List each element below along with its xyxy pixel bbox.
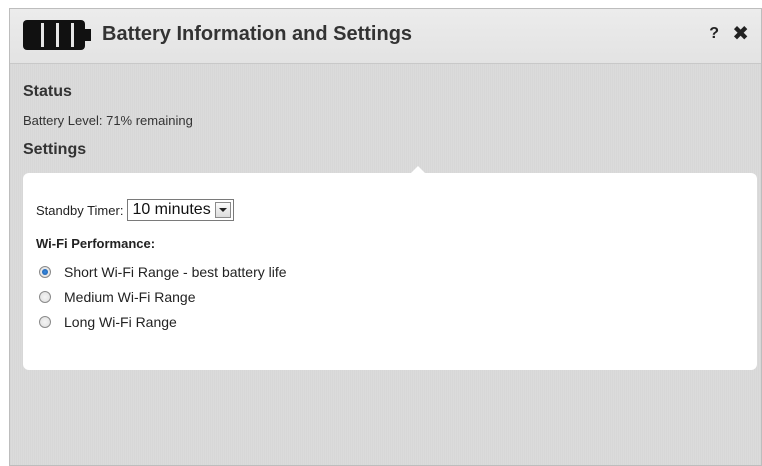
radio-label: Short Wi-Fi Range - best battery life: [64, 264, 287, 280]
radio-label: Long Wi-Fi Range: [64, 314, 177, 330]
panel-notch: [411, 166, 425, 173]
radio-button[interactable]: [39, 291, 51, 303]
battery-icon: [23, 20, 91, 50]
radio-medium-wifi-range[interactable]: Medium Wi-Fi Range: [39, 289, 195, 305]
battery-settings-dialog: Battery Information and Settings ? ✖ Sta…: [9, 8, 762, 466]
dialog-titlebar: Battery Information and Settings ? ✖: [10, 9, 761, 64]
settings-panel: Standby Timer: 10 minutes Wi-Fi Performa…: [23, 166, 757, 370]
standby-timer-label: Standby Timer:: [36, 202, 124, 218]
chevron-down-icon[interactable]: [214, 202, 231, 218]
help-button[interactable]: ?: [709, 25, 719, 43]
standby-timer-select[interactable]: 10 minutes: [127, 199, 234, 221]
radio-button[interactable]: [39, 316, 51, 328]
radio-label: Medium Wi-Fi Range: [64, 289, 196, 305]
standby-timer-value: 10 minutes: [132, 201, 211, 218]
dialog-title: Battery Information and Settings: [102, 23, 413, 45]
wifi-performance-heading: Wi-Fi Performance:: [36, 236, 156, 251]
radio-short-wifi-range[interactable]: Short Wi-Fi Range - best battery life: [39, 264, 287, 280]
close-button[interactable]: ✖: [732, 21, 749, 46]
status-heading: Status: [23, 83, 72, 100]
standby-timer-row: Standby Timer: 10 minutes: [36, 199, 234, 221]
settings-heading: Settings: [23, 141, 87, 158]
radio-long-wifi-range[interactable]: Long Wi-Fi Range: [39, 314, 177, 330]
radio-button-checked[interactable]: [39, 266, 51, 278]
battery-level-text: Battery Level: 71% remaining: [23, 113, 193, 128]
